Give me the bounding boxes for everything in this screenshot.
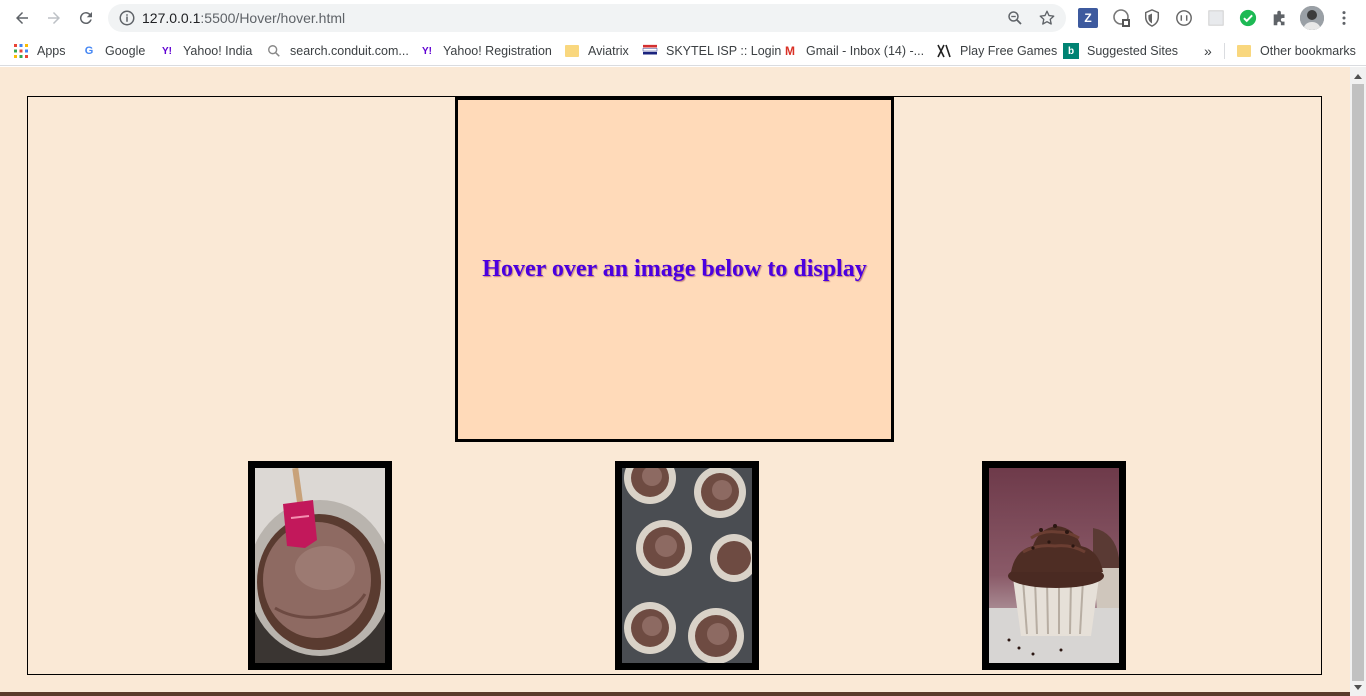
url-path: :5500/Hover/hover.html (200, 10, 346, 26)
bookmark-label: Play Free Games (960, 44, 1058, 58)
skytel-icon (642, 43, 658, 59)
bookmark-label: Yahoo! India (183, 44, 253, 58)
chocolate-batter-image (255, 468, 385, 663)
bookmark-play-free-games[interactable]: Play Free Games (936, 42, 1057, 60)
zoom-icon[interactable] (1006, 9, 1024, 27)
bookmark-suggested-sites[interactable]: b Suggested Sites (1063, 42, 1178, 60)
other-bookmarks[interactable]: Other bookmarks (1236, 42, 1356, 60)
gmail-icon: M (785, 44, 795, 58)
address-bar[interactable]: 127.0.0.1:5500/Hover/hover.html (108, 4, 1066, 32)
back-arrow-icon (16, 12, 28, 24)
back-button[interactable] (10, 6, 34, 30)
scrollbar-thumb[interactable] (1352, 84, 1364, 681)
yahoo-icon: Y! (422, 45, 432, 57)
bookmark-apps[interactable]: Apps (13, 42, 66, 60)
bookmark-label: Yahoo! Registration (443, 44, 552, 58)
translate-extension-icon[interactable] (1112, 8, 1132, 28)
bookmark-label: SKYTEL ISP :: Login (666, 44, 782, 58)
bottom-edge-strip (0, 692, 1350, 696)
bing-icon: b (1063, 43, 1079, 59)
bookmark-label: Gmail - Inbox (14) -... (806, 44, 925, 58)
info-icon[interactable] (118, 9, 136, 27)
apps-grid-icon (13, 43, 29, 59)
bookmark-search-conduit[interactable]: search.conduit.com... (266, 42, 409, 60)
bookmark-label: Aviatrix (588, 44, 629, 58)
cupcake-tin-image (622, 468, 752, 663)
puzzle-icon[interactable] (1270, 8, 1290, 28)
reload-icon (79, 12, 92, 25)
bookmark-skytel[interactable]: SKYTEL ISP :: Login (642, 42, 781, 60)
reload-button[interactable] (74, 6, 98, 30)
games-icon (936, 43, 952, 59)
forward-arrow-icon (48, 12, 60, 24)
shield-extension-icon[interactable] (1142, 8, 1162, 28)
bookmarks-overflow-button[interactable]: » (1204, 42, 1212, 60)
bookmark-label: search.conduit.com... (290, 44, 409, 58)
scroll-up-arrow-icon[interactable] (1354, 74, 1362, 79)
search-icon (266, 43, 282, 59)
bookmark-aviatrix[interactable]: Aviatrix (564, 42, 629, 60)
bookmark-yahoo-registration[interactable]: Y! Yahoo! Registration (419, 42, 552, 60)
scroll-down-arrow-icon[interactable] (1354, 685, 1362, 690)
browser-toolbar: 127.0.0.1:5500/Hover/hover.html Z (0, 0, 1366, 36)
grid-extension-icon[interactable] (1206, 8, 1226, 28)
forward-button[interactable] (42, 6, 66, 30)
thumbnail-chocolate-batter[interactable] (248, 461, 392, 670)
bookmarks-bar: Apps G Google Y! Yahoo! India search.con… (0, 36, 1366, 66)
url-host: 127.0.0.1 (142, 10, 201, 26)
bookmark-label: Other bookmarks (1260, 44, 1356, 58)
bookmark-label: Apps (37, 44, 66, 58)
thumbnail-frosted-cupcake[interactable] (982, 461, 1126, 670)
avatar[interactable] (1300, 6, 1324, 30)
bookmark-star-icon[interactable] (1038, 9, 1056, 27)
image-display-box: Hover over an image below to display (455, 97, 894, 442)
page-viewport: Hover over an image below to display (0, 67, 1350, 696)
menu-kebab-icon[interactable] (1334, 8, 1354, 28)
z-extension-icon[interactable]: Z (1078, 8, 1098, 28)
display-text: Hover over an image below to display (482, 256, 867, 282)
frosted-cupcake-image (989, 468, 1119, 663)
bookmark-gmail[interactable]: M Gmail - Inbox (14) -... (782, 42, 924, 60)
thumbnail-cupcake-tin[interactable] (615, 461, 759, 670)
sync-extension-icon[interactable] (1174, 8, 1194, 28)
google-icon: G (84, 45, 94, 57)
url-text[interactable]: 127.0.0.1:5500/Hover/hover.html (142, 10, 345, 26)
bookmark-label: Suggested Sites (1087, 44, 1179, 58)
bookmark-google[interactable]: G Google (81, 42, 146, 60)
page-scrollbar[interactable] (1350, 67, 1366, 696)
check-extension-icon[interactable] (1238, 8, 1258, 28)
bookmark-yahoo-india[interactable]: Y! Yahoo! India (159, 42, 252, 60)
folder-icon (1236, 43, 1252, 59)
bookmark-label: Google (105, 44, 146, 58)
bookmarks-separator (1224, 43, 1225, 59)
yahoo-icon: Y! (162, 45, 172, 57)
folder-icon (564, 43, 580, 59)
